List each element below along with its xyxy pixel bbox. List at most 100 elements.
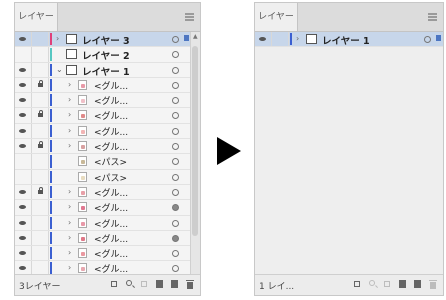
- target-circle-icon[interactable]: [172, 81, 179, 89]
- layer-name[interactable]: <パス>: [94, 171, 127, 184]
- visibility-toggle[interactable]: [15, 32, 31, 46]
- lock-toggle[interactable]: [32, 32, 48, 46]
- layer-name[interactable]: <グル...: [94, 201, 128, 214]
- layer-name[interactable]: <グル...: [94, 109, 128, 122]
- layer-row[interactable]: › <グル...: [15, 123, 191, 140]
- target-circle-icon[interactable]: [172, 234, 179, 242]
- lock-toggle[interactable]: [32, 231, 48, 245]
- layer-row[interactable]: › <グル...: [15, 77, 191, 94]
- panel-menu-icon[interactable]: [185, 13, 194, 21]
- lock-toggle[interactable]: [32, 93, 48, 107]
- visibility-toggle[interactable]: [15, 139, 31, 153]
- target-circle-icon[interactable]: [172, 143, 179, 151]
- expand-arrow-icon[interactable]: ›: [68, 218, 71, 227]
- lock-toggle[interactable]: [32, 154, 48, 168]
- layer-row[interactable]: › <グル...: [15, 108, 191, 124]
- visibility-toggle[interactable]: [15, 185, 31, 199]
- target-circle-icon[interactable]: [172, 250, 179, 258]
- layer-row[interactable]: レイヤー 2: [15, 47, 191, 63]
- lock-toggle[interactable]: [32, 185, 48, 199]
- expand-arrow-icon[interactable]: ›: [68, 248, 71, 257]
- lock-toggle[interactable]: [32, 216, 48, 230]
- lock-toggle[interactable]: [32, 124, 48, 138]
- layer-row[interactable]: › <グル...: [15, 215, 191, 231]
- layer-row[interactable]: › <グル...: [15, 139, 191, 155]
- visibility-toggle[interactable]: [15, 108, 31, 122]
- lock-toggle[interactable]: [272, 32, 288, 46]
- layer-row[interactable]: › <グル...: [15, 200, 191, 216]
- target-circle-icon[interactable]: [172, 36, 179, 43]
- collapse-arrow-icon[interactable]: ⌄: [56, 65, 63, 74]
- layer-row[interactable]: <パス>: [15, 169, 191, 185]
- visibility-toggle[interactable]: [15, 216, 31, 230]
- new-layer-icon[interactable]: [170, 280, 179, 289]
- target-circle-icon[interactable]: [172, 265, 179, 273]
- expand-arrow-icon[interactable]: ›: [56, 34, 59, 43]
- layer-name[interactable]: <グル...: [94, 232, 128, 245]
- layer-row[interactable]: › <グル...: [15, 246, 191, 262]
- lock-toggle[interactable]: [32, 47, 48, 61]
- visibility-toggle[interactable]: [15, 47, 31, 61]
- layer-name[interactable]: レイヤー 1: [322, 33, 370, 47]
- target-circle-icon[interactable]: [172, 158, 179, 166]
- expand-arrow-icon[interactable]: ›: [68, 263, 71, 272]
- expand-arrow-icon[interactable]: ›: [68, 233, 71, 242]
- layer-name[interactable]: <グル...: [94, 186, 128, 199]
- target-circle-icon[interactable]: [172, 127, 179, 135]
- lock-toggle[interactable]: [32, 200, 48, 214]
- layer-name[interactable]: <グル...: [94, 79, 128, 92]
- expand-arrow-icon[interactable]: ›: [296, 34, 299, 43]
- scroll-up-icon[interactable]: ▲: [193, 33, 198, 40]
- layer-row[interactable]: › <グル...: [15, 93, 191, 109]
- target-circle-icon[interactable]: [172, 66, 179, 74]
- target-circle-icon[interactable]: [424, 36, 431, 43]
- lock-toggle[interactable]: [32, 246, 48, 260]
- layer-row[interactable]: › <グル...: [15, 184, 191, 201]
- lock-toggle[interactable]: [32, 170, 48, 184]
- layer-row[interactable]: › レイヤー 1: [255, 32, 443, 48]
- expand-arrow-icon[interactable]: ›: [68, 80, 71, 89]
- visibility-toggle[interactable]: [15, 154, 31, 168]
- layers-tab[interactable]: レイヤー: [15, 3, 58, 31]
- search-icon[interactable]: [368, 280, 377, 289]
- lock-toggle[interactable]: [32, 108, 48, 122]
- selection-indicator[interactable]: [436, 35, 441, 41]
- target-circle-icon[interactable]: [172, 188, 179, 196]
- visibility-toggle[interactable]: [15, 93, 31, 107]
- layer-name[interactable]: レイヤー 2: [82, 48, 130, 62]
- layer-name[interactable]: レイヤー 1: [82, 64, 130, 78]
- search-icon[interactable]: [125, 280, 134, 289]
- visibility-toggle[interactable]: [255, 32, 271, 46]
- target-circle-icon[interactable]: [172, 204, 179, 212]
- target-circle-icon[interactable]: [172, 173, 179, 181]
- target-circle-icon[interactable]: [172, 219, 179, 227]
- sublayer-icon[interactable]: [155, 280, 164, 289]
- export-icon[interactable]: [353, 280, 362, 289]
- layer-name[interactable]: <グル...: [94, 140, 128, 153]
- target-circle-icon[interactable]: [172, 112, 179, 120]
- export-icon[interactable]: [110, 280, 119, 289]
- expand-arrow-icon[interactable]: ›: [68, 126, 71, 135]
- visibility-toggle[interactable]: [15, 170, 31, 184]
- layer-name[interactable]: <グル...: [94, 94, 128, 107]
- layer-row[interactable]: › <グル...: [15, 230, 191, 247]
- layer-row[interactable]: ⌄ レイヤー 1: [15, 62, 191, 78]
- layer-name[interactable]: <パス>: [94, 155, 127, 168]
- new-layer-icon[interactable]: [413, 280, 422, 289]
- panel-menu-icon[interactable]: [428, 13, 437, 21]
- expand-arrow-icon[interactable]: ›: [68, 202, 71, 211]
- trash-icon[interactable]: [185, 279, 194, 289]
- layer-row[interactable]: › レイヤー 3: [15, 32, 191, 48]
- layer-name[interactable]: <グル...: [94, 247, 128, 260]
- visibility-toggle[interactable]: [15, 246, 31, 260]
- visibility-toggle[interactable]: [15, 78, 31, 92]
- target-circle-icon[interactable]: [172, 51, 179, 59]
- expand-arrow-icon[interactable]: ›: [68, 110, 71, 119]
- selection-indicator[interactable]: [184, 35, 189, 41]
- layer-row[interactable]: <パス>: [15, 154, 191, 170]
- target-circle-icon[interactable]: [172, 97, 179, 105]
- lock-toggle[interactable]: [32, 139, 48, 153]
- visibility-toggle[interactable]: [15, 231, 31, 245]
- lock-toggle[interactable]: [32, 63, 48, 77]
- sublayer-icon[interactable]: [398, 280, 407, 289]
